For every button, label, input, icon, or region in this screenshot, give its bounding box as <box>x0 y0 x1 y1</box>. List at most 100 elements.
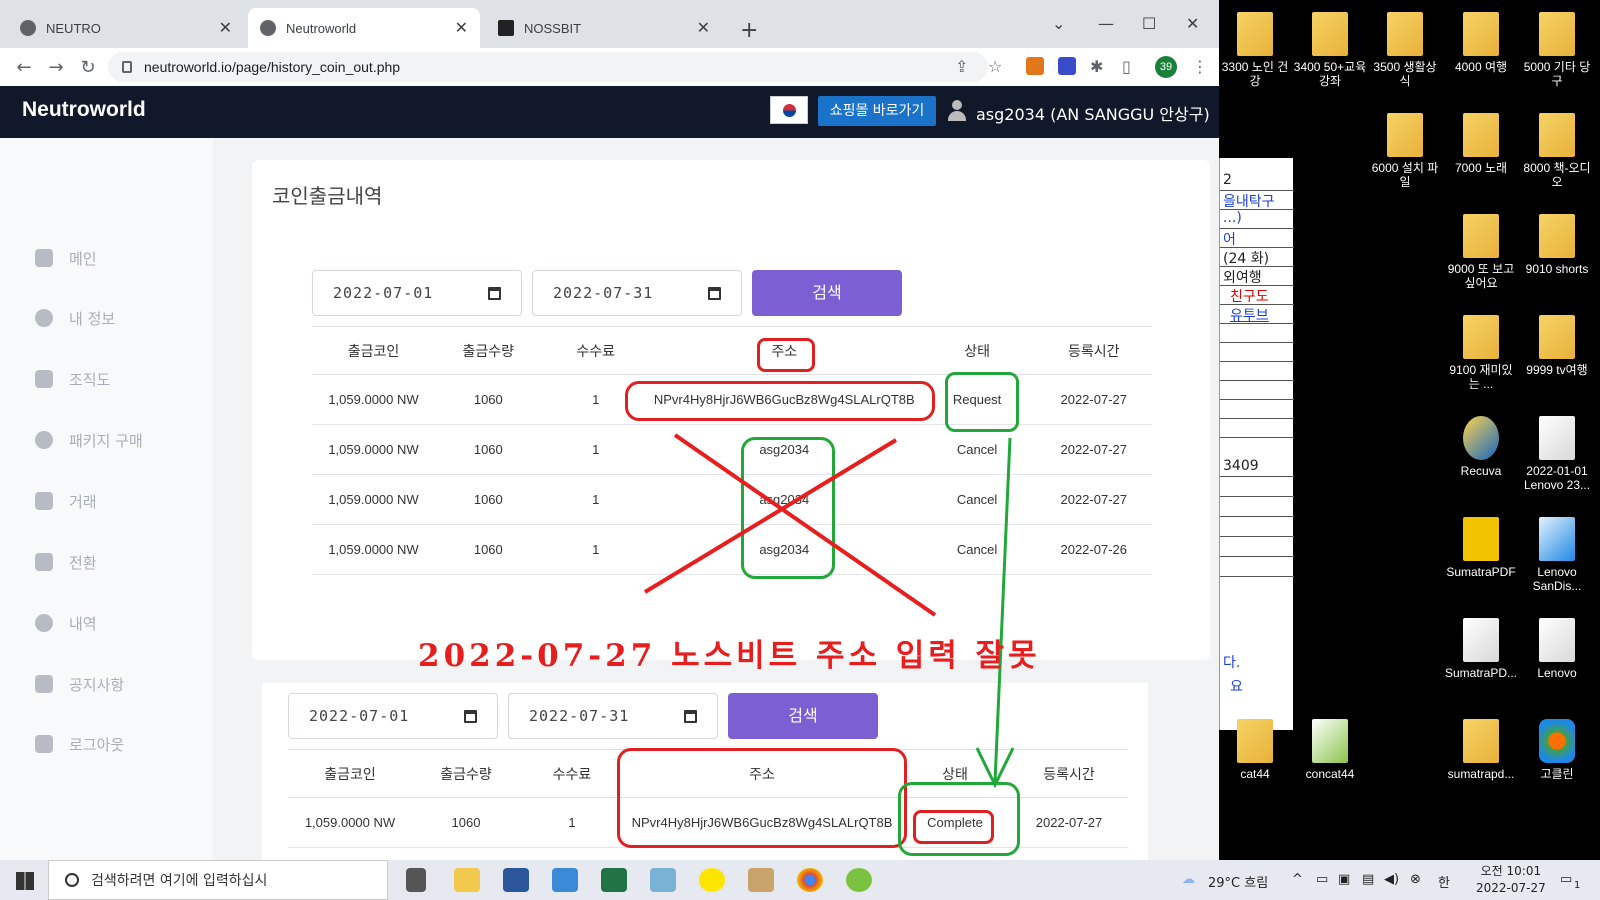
desktop-file-icon[interactable]: Lenovo <box>1520 618 1594 680</box>
shop-button[interactable]: 쇼핑몰 바로가기 <box>818 96 936 126</box>
desktop-folder-icon[interactable]: 9999 tv여행 <box>1520 315 1594 377</box>
search-button[interactable]: 검색 <box>752 270 902 316</box>
app-icon[interactable] <box>846 868 872 892</box>
metamask-icon[interactable] <box>1026 57 1044 75</box>
korea-flag-icon[interactable] <box>770 96 808 124</box>
desktop-folder-icon[interactable]: 8000 책-오디오 <box>1520 113 1594 189</box>
clock-date: 2022-07-27 <box>1476 881 1546 895</box>
chevron-up-icon[interactable]: ^ <box>1292 872 1303 887</box>
desktop-folder-icon[interactable]: 4000 여행 <box>1444 12 1518 74</box>
clock[interactable]: 오전 10:01 2022-07-27 <box>1476 863 1546 897</box>
calendar-icon[interactable] <box>464 709 477 723</box>
desktop-folder-icon[interactable]: 3500 생활상식 <box>1368 12 1442 88</box>
close-window-button[interactable]: ✕ <box>1186 14 1199 33</box>
sidepanel-icon[interactable]: ▯ <box>1122 57 1131 76</box>
desktop-file-icon[interactable]: 2022-01-01 Lenovo 23... <box>1520 416 1594 492</box>
close-icon[interactable]: ✕ <box>455 18 468 38</box>
battery-icon[interactable]: ▭ <box>1316 872 1328 887</box>
cell-coin: 1,059.0000 NW <box>312 374 435 425</box>
tab-neutroworld[interactable]: Neutroworld ✕ <box>248 8 480 48</box>
desktop-app-icon[interactable]: SumatraPDF <box>1444 517 1518 579</box>
notification-count: 1 <box>1574 880 1581 891</box>
close-icon[interactable]: ✕ <box>219 18 232 38</box>
sidebar-item-main[interactable]: 메인 <box>35 246 97 270</box>
windows-start-icon[interactable] <box>16 872 34 890</box>
site-logo[interactable]: Neutroworld <box>22 98 146 122</box>
sidebar-item-history[interactable]: 내역 <box>35 611 97 635</box>
address-bar[interactable]: neutroworld.io/page/history_coin_out.php <box>108 52 988 82</box>
file-explorer-icon[interactable] <box>454 868 480 892</box>
calendar-icon[interactable] <box>488 286 501 300</box>
app-icon[interactable] <box>650 868 676 892</box>
sidebar-item-notice[interactable]: 공지사항 <box>35 672 124 696</box>
weather-text[interactable]: 29°C 흐림 <box>1208 872 1268 891</box>
desktop-file-icon[interactable]: Lenovo SanDis... <box>1520 517 1594 593</box>
date-to-input[interactable]: 2022-07-31 <box>532 270 742 316</box>
star-icon[interactable]: ☆ <box>988 57 1002 76</box>
speaker-icon[interactable]: ◀) <box>1384 872 1399 887</box>
desktop-folder-icon[interactable]: cat44 <box>1218 719 1292 781</box>
back-arrow-icon[interactable]: ← <box>8 57 40 78</box>
text-line <box>1220 324 1294 343</box>
desktop-file-icon[interactable]: SumatraPD... <box>1444 618 1518 680</box>
calendar-icon[interactable] <box>708 286 721 300</box>
reload-icon[interactable]: ↻ <box>72 57 104 78</box>
desktop-folder-icon[interactable]: 9000 또 보고 싶어요 <box>1444 214 1518 290</box>
desktop-app-icon[interactable]: 고클린 <box>1520 719 1594 781</box>
sidebar-item-my-info[interactable]: 내 정보 <box>35 306 115 330</box>
search-button[interactable]: 검색 <box>728 693 878 739</box>
minimize-button[interactable]: — <box>1098 14 1114 33</box>
desktop-folder-icon[interactable]: 9100 재미있는 ... <box>1444 315 1518 391</box>
desktop-folder-icon[interactable]: 5000 기타 당구 <box>1520 12 1594 88</box>
calendar-icon[interactable] <box>684 709 697 723</box>
desktop-file-icon[interactable]: sumatrapd... <box>1444 719 1518 781</box>
column-header: 수수료 <box>520 749 624 798</box>
task-view-icon[interactable] <box>406 868 426 892</box>
chrome-icon[interactable] <box>797 868 823 892</box>
network-icon[interactable]: ▣ <box>1338 872 1350 887</box>
cell-status: Cancel <box>918 424 1036 475</box>
sidebar-item-exchange[interactable]: 전환 <box>35 550 97 574</box>
chevron-down-icon[interactable]: ⌄ <box>1052 14 1065 33</box>
desktop-folder-icon[interactable]: 3300 노인 건강 <box>1218 12 1292 88</box>
extension-icon[interactable] <box>1058 57 1076 75</box>
close-icon[interactable]: ✕ <box>697 18 710 38</box>
desktop-icon-label: 9100 재미있는 ... <box>1449 363 1513 391</box>
puzzle-icon[interactable]: ✱ <box>1090 57 1103 76</box>
forward-arrow-icon[interactable]: → <box>40 57 72 78</box>
date-from-input[interactable]: 2022-07-01 <box>312 270 522 316</box>
text-line <box>1220 381 1294 400</box>
username[interactable]: asg2034 (AN SANGGU 안상구) <box>976 101 1210 125</box>
desktop-folder-icon[interactable]: 9010 shorts <box>1520 214 1594 276</box>
notepad-icon[interactable] <box>552 868 578 892</box>
tab-neutro[interactable]: NEUTRO ✕ <box>8 8 244 48</box>
date-from-input[interactable]: 2022-07-01 <box>288 693 498 739</box>
date-to-input[interactable]: 2022-07-31 <box>508 693 718 739</box>
mute-icon[interactable]: ⊗ <box>1410 872 1421 887</box>
desktop-folder-icon[interactable]: 6000 설치 파일 <box>1368 113 1442 189</box>
maximize-button[interactable]: ☐ <box>1142 14 1156 33</box>
kakaotalk-icon[interactable] <box>699 868 725 892</box>
org-chart-icon <box>35 370 53 388</box>
paint-icon[interactable] <box>748 868 774 892</box>
sidebar-item-package[interactable]: 패키지 구매 <box>35 428 143 452</box>
desktop-folder-icon[interactable]: 7000 노래 <box>1444 113 1518 175</box>
desktop-app-icon[interactable]: Recuva <box>1444 416 1518 478</box>
notification-icon[interactable]: ▭ <box>1560 872 1572 887</box>
ime-indicator[interactable]: 한 <box>1438 872 1450 891</box>
excel-icon[interactable] <box>601 868 627 892</box>
sidebar-item-trade[interactable]: 거래 <box>35 489 97 513</box>
share-icon[interactable]: ⇪ <box>955 57 968 76</box>
display-icon[interactable]: ▤ <box>1362 872 1374 887</box>
sidebar-item-logout[interactable]: 로그아웃 <box>35 732 124 756</box>
new-tab-button[interactable]: + <box>740 18 758 43</box>
taskbar-search[interactable]: 검색하려면 여기에 입력하십시 <box>48 860 388 900</box>
word-icon[interactable] <box>503 868 529 892</box>
desktop-file-icon[interactable]: concat44 <box>1293 719 1367 781</box>
profile-avatar[interactable]: 39 <box>1155 56 1177 78</box>
table-row: 1,059.0000 NW 1060 1 asg2034 Cancel 2022… <box>312 474 1152 525</box>
kebab-menu-icon[interactable]: ⋮ <box>1192 57 1208 76</box>
desktop-folder-icon[interactable]: 3400 50+교육강좌 <box>1293 12 1367 88</box>
tab-nossbit[interactable]: NOSSBIT ✕ <box>486 8 722 48</box>
sidebar-item-org-chart[interactable]: 조직도 <box>35 367 110 391</box>
